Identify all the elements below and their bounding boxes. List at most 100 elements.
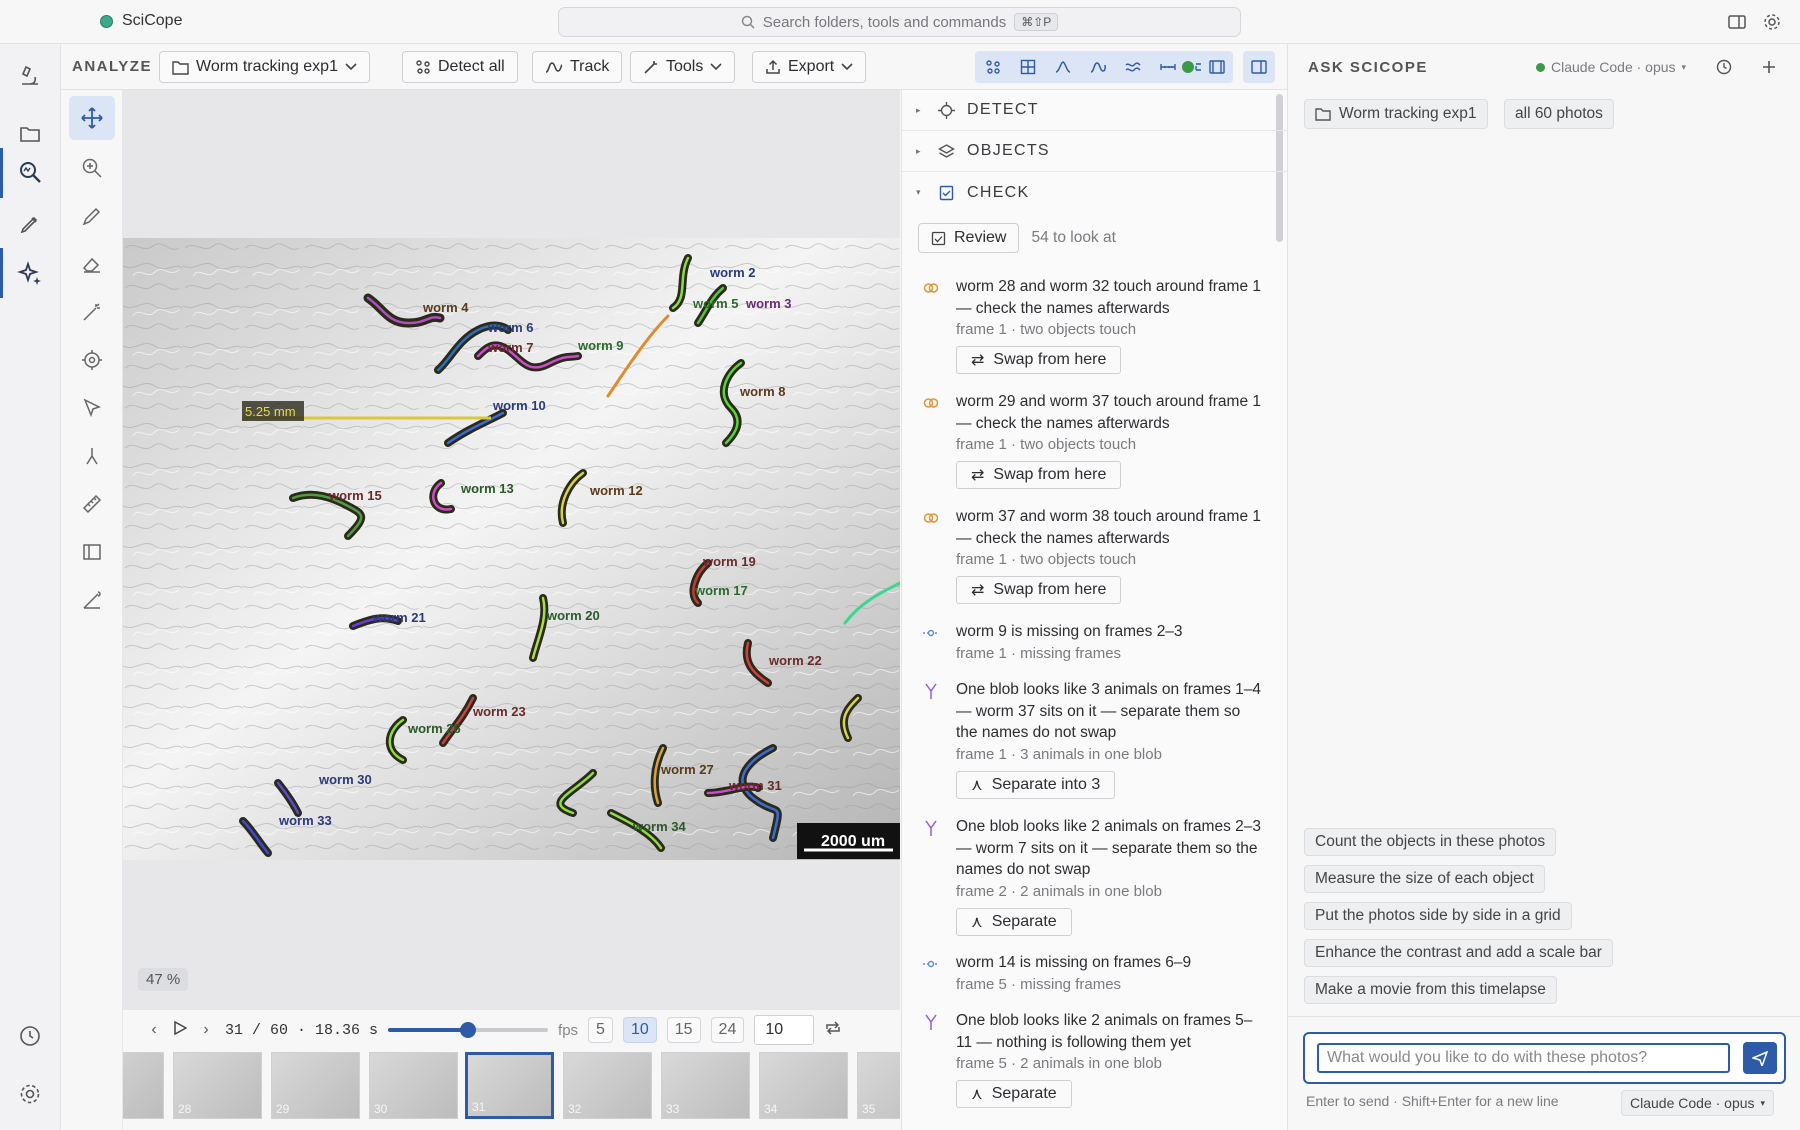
prev-frame-icon[interactable]: ‹ (145, 1021, 163, 1039)
ruler-tool-icon[interactable] (69, 482, 115, 526)
issue-item: One blob looks like 2 animals on frames … (922, 1010, 1262, 1108)
magic-wand-tool-icon[interactable] (69, 290, 115, 334)
tools-menu-button[interactable]: Tools (630, 51, 736, 83)
split-icon (925, 683, 937, 699)
frame-slider[interactable] (388, 1022, 549, 1038)
rail-active-indicator (0, 148, 3, 198)
fps-option-24[interactable]: 24 (710, 1017, 745, 1043)
ruler-overlay-icon[interactable] (1150, 51, 1185, 83)
target-tool-icon[interactable] (69, 338, 115, 382)
command-search[interactable]: Search folders, tools and commands ⌘⇧P (558, 7, 1241, 37)
swap-from-here-button[interactable]: ⇄ Swap from here (956, 576, 1122, 604)
microscope-photo[interactable]: 5.25 mm worm 2 worm 3 worm 4 worm 5 worm… (123, 238, 900, 860)
image-canvas[interactable]: 5.25 mm worm 2 worm 3 worm 4 worm 5 worm… (123, 90, 900, 1010)
line-profile-tool-icon[interactable] (69, 578, 115, 622)
move-tool-icon[interactable] (69, 96, 115, 140)
frame-thumbnail-selected[interactable]: 31 (465, 1052, 554, 1119)
points-overlay-icon[interactable] (975, 51, 1010, 83)
fps-option-10[interactable]: 10 (622, 1017, 657, 1043)
side-panel-toggle-icon[interactable] (1243, 51, 1275, 83)
loop-icon[interactable] (824, 1020, 842, 1041)
ai-sparkle-icon[interactable] (16, 260, 44, 288)
app-logo-icon (100, 15, 113, 28)
fps-option-15[interactable]: 15 (666, 1017, 701, 1043)
suggestion-button[interactable]: Put the photos side by side in a grid (1304, 902, 1572, 930)
grid-overlay-icon[interactable] (1010, 51, 1045, 83)
history-clock-icon[interactable] (16, 1022, 44, 1050)
model-selector-footer[interactable]: Claude Code · opus ▾ (1621, 1090, 1775, 1116)
track-label: Track (570, 58, 610, 75)
play-icon[interactable] (173, 1020, 188, 1040)
send-button[interactable] (1743, 1042, 1777, 1074)
eraser-tool-icon[interactable] (69, 242, 115, 286)
split-tool-icon[interactable] (69, 434, 115, 478)
export-menu-button[interactable]: Export (752, 51, 867, 83)
suggestion-button[interactable]: Measure the size of each object (1304, 865, 1545, 893)
sidebar-toggle-icon[interactable] (1727, 12, 1747, 32)
section-objects[interactable]: ▸ OBJECTS (902, 131, 1287, 172)
motion-overlay-icon[interactable] (1115, 51, 1150, 83)
frame-slider-thumb[interactable] (460, 1022, 477, 1038)
fps-option-5[interactable]: 5 (588, 1017, 613, 1043)
spline-overlay-icon[interactable] (1045, 51, 1080, 83)
frame-thumbnail[interactable]: 32 (563, 1052, 652, 1119)
worm-label: worm 12 (589, 483, 643, 498)
frame-thumbnail[interactable] (123, 1052, 164, 1119)
action-label: Separate (991, 1085, 1057, 1102)
swap-icon: ⇄ (971, 582, 985, 599)
settings-icon[interactable] (16, 1080, 44, 1108)
next-frame-icon[interactable]: › (197, 1021, 215, 1039)
suggestion-button[interactable]: Count the objects in these photos (1304, 828, 1557, 856)
collapse-icon: ▾ (916, 187, 922, 197)
section-detect[interactable]: ▸ DETECT (902, 90, 1287, 131)
settings-gear-icon[interactable] (1762, 12, 1782, 32)
select-pointer-tool-icon[interactable] (69, 386, 115, 430)
worm-label: worm 23 (472, 704, 526, 719)
suggestion-button[interactable]: Make a movie from this timelapse (1304, 976, 1557, 1004)
context-chip-folder[interactable]: Worm tracking exp1 (1304, 99, 1488, 129)
suggestion-button[interactable]: Enhance the contrast and add a scale bar (1304, 939, 1613, 967)
analyze-icon[interactable] (16, 158, 44, 186)
issue-item: One blob looks like 2 animals on frames … (922, 816, 1262, 936)
separate-button[interactable]: ⋏ Separate (956, 1080, 1072, 1108)
film-strip-toggle-icon[interactable] (1201, 51, 1233, 83)
frame-thumbnail[interactable]: 29 (271, 1052, 360, 1119)
track-button[interactable]: Track (532, 51, 623, 83)
action-label: Swap from here (993, 466, 1107, 483)
fps-value-input[interactable]: 10 (754, 1015, 815, 1045)
worm-label: worm 15 (328, 488, 382, 503)
wand-icon (644, 61, 657, 74)
section-label: ANALYZE (72, 58, 152, 75)
split-icon: ⋏ (971, 776, 983, 794)
annotate-pen-icon[interactable] (16, 210, 44, 238)
separate-button[interactable]: ⋏ Separate (956, 907, 1072, 936)
history-clock-icon[interactable] (1716, 59, 1732, 75)
frame-thumbnail[interactable]: 30 (369, 1052, 458, 1119)
section-check[interactable]: ▾ CHECK (902, 172, 1287, 213)
zoom-tool-icon[interactable] (69, 146, 115, 190)
pencil-tool-icon[interactable] (69, 194, 115, 238)
swap-from-here-button[interactable]: ⇄ Swap from here (956, 346, 1122, 374)
section-title: CHECK (967, 183, 1030, 201)
folder-icon[interactable] (16, 120, 44, 148)
app-rail (0, 44, 61, 1130)
issue-subtext: frame 1 · missing frames (956, 644, 1122, 662)
folder-select-button[interactable]: Worm tracking exp1 (159, 51, 370, 83)
issue-text: worm 37 and worm 38 touch around frame 1… (956, 508, 1261, 547)
microscope-icon[interactable] (16, 62, 44, 90)
context-chip-scope[interactable]: all 60 photos (1504, 99, 1614, 129)
detect-all-button[interactable]: Detect all (402, 51, 518, 83)
model-selector[interactable]: Claude Code · opus ▾ (1536, 59, 1686, 75)
frame-thumbnail[interactable]: 33 (661, 1052, 750, 1119)
frame-thumbnail[interactable]: 28 (173, 1052, 262, 1119)
swap-from-here-button[interactable]: ⇄ Swap from here (956, 461, 1122, 489)
separate-into-3-button[interactable]: ⋏ Separate into 3 (956, 770, 1116, 799)
new-chat-plus-icon[interactable] (1761, 59, 1777, 75)
crop-tool-icon[interactable] (69, 530, 115, 574)
frame-thumbnail[interactable]: 34 (759, 1052, 848, 1119)
chat-input[interactable] (1317, 1043, 1730, 1073)
review-button[interactable]: Review (918, 223, 1020, 253)
frame-thumbnail[interactable]: 35 (857, 1052, 900, 1119)
track-overlay-icon[interactable] (1080, 51, 1115, 83)
frame-number: 32 (568, 1102, 582, 1116)
